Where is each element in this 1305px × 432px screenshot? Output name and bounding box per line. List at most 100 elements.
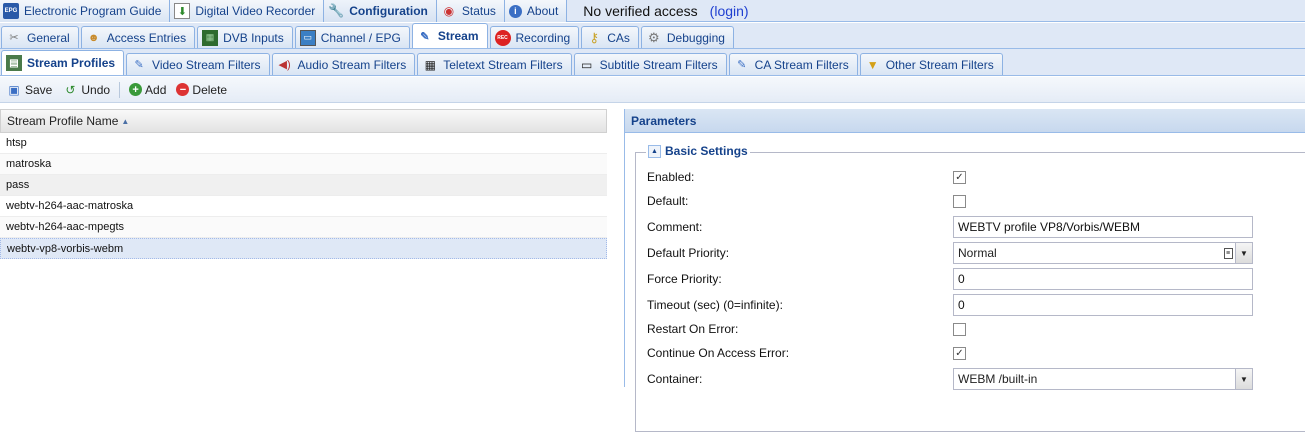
- section-title: Basic Settings: [665, 144, 748, 158]
- field-force-priority: Force Priority: 0: [647, 268, 1253, 290]
- tv-icon: ▭: [299, 29, 316, 46]
- tab-audio-stream-filters[interactable]: ◀) Audio Stream Filters: [271, 53, 416, 75]
- dvr-download-icon: ⬇: [174, 3, 191, 19]
- default-label: Default:: [647, 194, 689, 208]
- tab-other-stream-filters[interactable]: ▼ Other Stream Filters: [859, 53, 1003, 75]
- chevron-down-icon[interactable]: ▼: [1235, 243, 1252, 263]
- tab-cas[interactable]: ⚷ CAs: [581, 26, 639, 48]
- card-icon: ▦: [202, 29, 219, 46]
- timeout-label: Timeout (sec) (0=infinite):: [647, 298, 783, 312]
- field-default: Default:: [647, 194, 966, 208]
- tab-channel-epg[interactable]: ▭ Channel / EPG: [294, 26, 410, 48]
- tab-label: Electronic Program Guide: [24, 4, 162, 18]
- tab-label: DVB Inputs: [223, 30, 284, 45]
- table-row[interactable]: pass: [0, 175, 607, 196]
- timeout-input[interactable]: 0: [953, 294, 1253, 316]
- users-icon: ☻: [87, 31, 100, 44]
- tab-label: CA Stream Filters: [754, 57, 849, 72]
- continue-checkbox[interactable]: ✓: [953, 346, 966, 360]
- list-icon: ≡: [1221, 243, 1235, 263]
- tab-stream[interactable]: ✎ Stream: [411, 23, 488, 48]
- table-row[interactable]: matroska: [0, 154, 607, 175]
- enabled-checkbox[interactable]: ✓: [953, 170, 966, 184]
- tab-label: Debugging: [666, 30, 725, 45]
- undo-button[interactable]: ↺ Undo: [58, 79, 114, 101]
- save-button[interactable]: ▣ Save: [2, 79, 56, 101]
- toolbar-separator: [119, 81, 121, 98]
- video-filter-icon: ✎: [134, 59, 144, 71]
- tab-label: Teletext Stream Filters: [443, 57, 563, 72]
- priority-label: Default Priority:: [647, 246, 730, 260]
- tab-recording[interactable]: REC Recording: [489, 26, 580, 48]
- login-link[interactable]: (login): [710, 3, 749, 19]
- tab-label: Recording: [515, 30, 571, 45]
- bug-icon: ⚙: [648, 29, 660, 45]
- tab-configuration[interactable]: 🔧 Configuration: [324, 0, 437, 22]
- delete-button[interactable]: − Delete: [172, 79, 231, 101]
- stream-profiles-grid: Stream Profile Name ▲ htsp matroska pass…: [0, 109, 607, 387]
- chevron-down-icon[interactable]: ▼: [1235, 369, 1252, 389]
- tab-label: Access Entries: [106, 30, 187, 45]
- tab-subtitle-stream-filters[interactable]: ▭ Subtitle Stream Filters: [573, 53, 727, 75]
- force-priority-input[interactable]: 0: [953, 268, 1253, 290]
- comment-input[interactable]: WEBTV profile VP8/Vorbis/WEBM: [953, 216, 1253, 238]
- tab-epg[interactable]: EPG Electronic Program Guide: [0, 0, 171, 22]
- tab-access-entries[interactable]: ☻ Access Entries: [80, 26, 196, 48]
- parameters-panel: Parameters ▲ Basic Settings Enabled: ✓ D…: [624, 109, 1305, 432]
- column-header-label: Stream Profile Name: [7, 114, 119, 128]
- tab-label: Stream Profiles: [27, 56, 116, 70]
- add-icon: +: [129, 83, 143, 96]
- tab-label: About: [526, 4, 559, 18]
- add-button[interactable]: + Add: [125, 79, 170, 101]
- access-status: No verified access (login): [567, 0, 748, 21]
- tab-label: Stream: [437, 29, 479, 43]
- wrench-icon: 🔧: [328, 3, 345, 18]
- tab-stream-profiles[interactable]: ▤ Stream Profiles: [1, 50, 125, 75]
- container-label: Container:: [647, 372, 703, 386]
- tab-status[interactable]: ◉ Status: [436, 0, 505, 22]
- tab-label: Status: [461, 4, 496, 18]
- comment-label: Comment:: [647, 220, 703, 234]
- force-priority-label: Force Priority:: [647, 272, 722, 286]
- stream-tab-bar: ▤ Stream Profiles ✎ Video Stream Filters…: [0, 49, 1305, 76]
- basic-settings-fieldset: ▲ Basic Settings Enabled: ✓ Default: Com…: [635, 144, 1305, 432]
- ca-filter-icon: ✎: [737, 59, 747, 71]
- tab-dvr[interactable]: ⬇ Digital Video Recorder: [170, 0, 325, 22]
- top-nav-bar: EPG Electronic Program Guide ⬇ Digital V…: [0, 0, 1305, 22]
- container-value: WEBM /built-in: [958, 372, 1038, 386]
- table-row[interactable]: webtv-h264-aac-matroska: [0, 196, 607, 217]
- default-checkbox[interactable]: [953, 194, 966, 208]
- access-text: No verified access: [583, 2, 698, 19]
- tab-about[interactable]: i About: [504, 0, 568, 22]
- table-row[interactable]: webtv-h264-aac-mpegts: [0, 217, 607, 238]
- panel-splitter[interactable]: [607, 103, 624, 387]
- table-row[interactable]: htsp: [0, 133, 607, 154]
- table-row-selected[interactable]: webtv-vp8-vorbis-webm: [0, 238, 607, 259]
- tab-general[interactable]: ✂ General: [1, 26, 79, 48]
- tab-video-stream-filters[interactable]: ✎ Video Stream Filters: [126, 53, 270, 75]
- funnel-icon: ▼: [866, 57, 879, 72]
- stream-icon: ✎: [420, 30, 430, 43]
- tab-label: Configuration: [349, 4, 428, 18]
- panel-body: ▲ Basic Settings Enabled: ✓ Default: Com…: [625, 133, 1305, 432]
- tab-label: General: [27, 30, 70, 45]
- column-header-name[interactable]: Stream Profile Name ▲: [0, 109, 607, 133]
- info-icon: i: [508, 4, 522, 18]
- restart-checkbox[interactable]: [953, 322, 966, 336]
- tab-teletext-stream-filters[interactable]: ▦ Teletext Stream Filters: [417, 53, 572, 75]
- profiles-icon: ▤: [6, 55, 22, 71]
- undo-icon: ↺: [65, 82, 76, 97]
- field-continue-on-access-error: Continue On Access Error: ✓: [647, 346, 966, 360]
- tab-dvb-inputs[interactable]: ▦ DVB Inputs: [197, 26, 293, 48]
- enabled-label: Enabled:: [647, 170, 695, 184]
- field-timeout: Timeout (sec) (0=infinite): 0: [647, 294, 1253, 316]
- tab-label: Subtitle Stream Filters: [599, 57, 718, 72]
- field-default-priority: Default Priority: Normal ≡ ▼: [647, 242, 1253, 264]
- tab-ca-stream-filters[interactable]: ✎ CA Stream Filters: [728, 53, 858, 75]
- delete-icon: −: [176, 83, 190, 96]
- tab-label: Channel / EPG: [320, 30, 401, 45]
- collapse-icon[interactable]: ▲: [648, 144, 661, 158]
- priority-select[interactable]: Normal ≡ ▼: [953, 242, 1253, 264]
- field-restart-on-error: Restart On Error:: [647, 322, 966, 336]
- tab-debugging[interactable]: ⚙ Debugging: [640, 26, 734, 48]
